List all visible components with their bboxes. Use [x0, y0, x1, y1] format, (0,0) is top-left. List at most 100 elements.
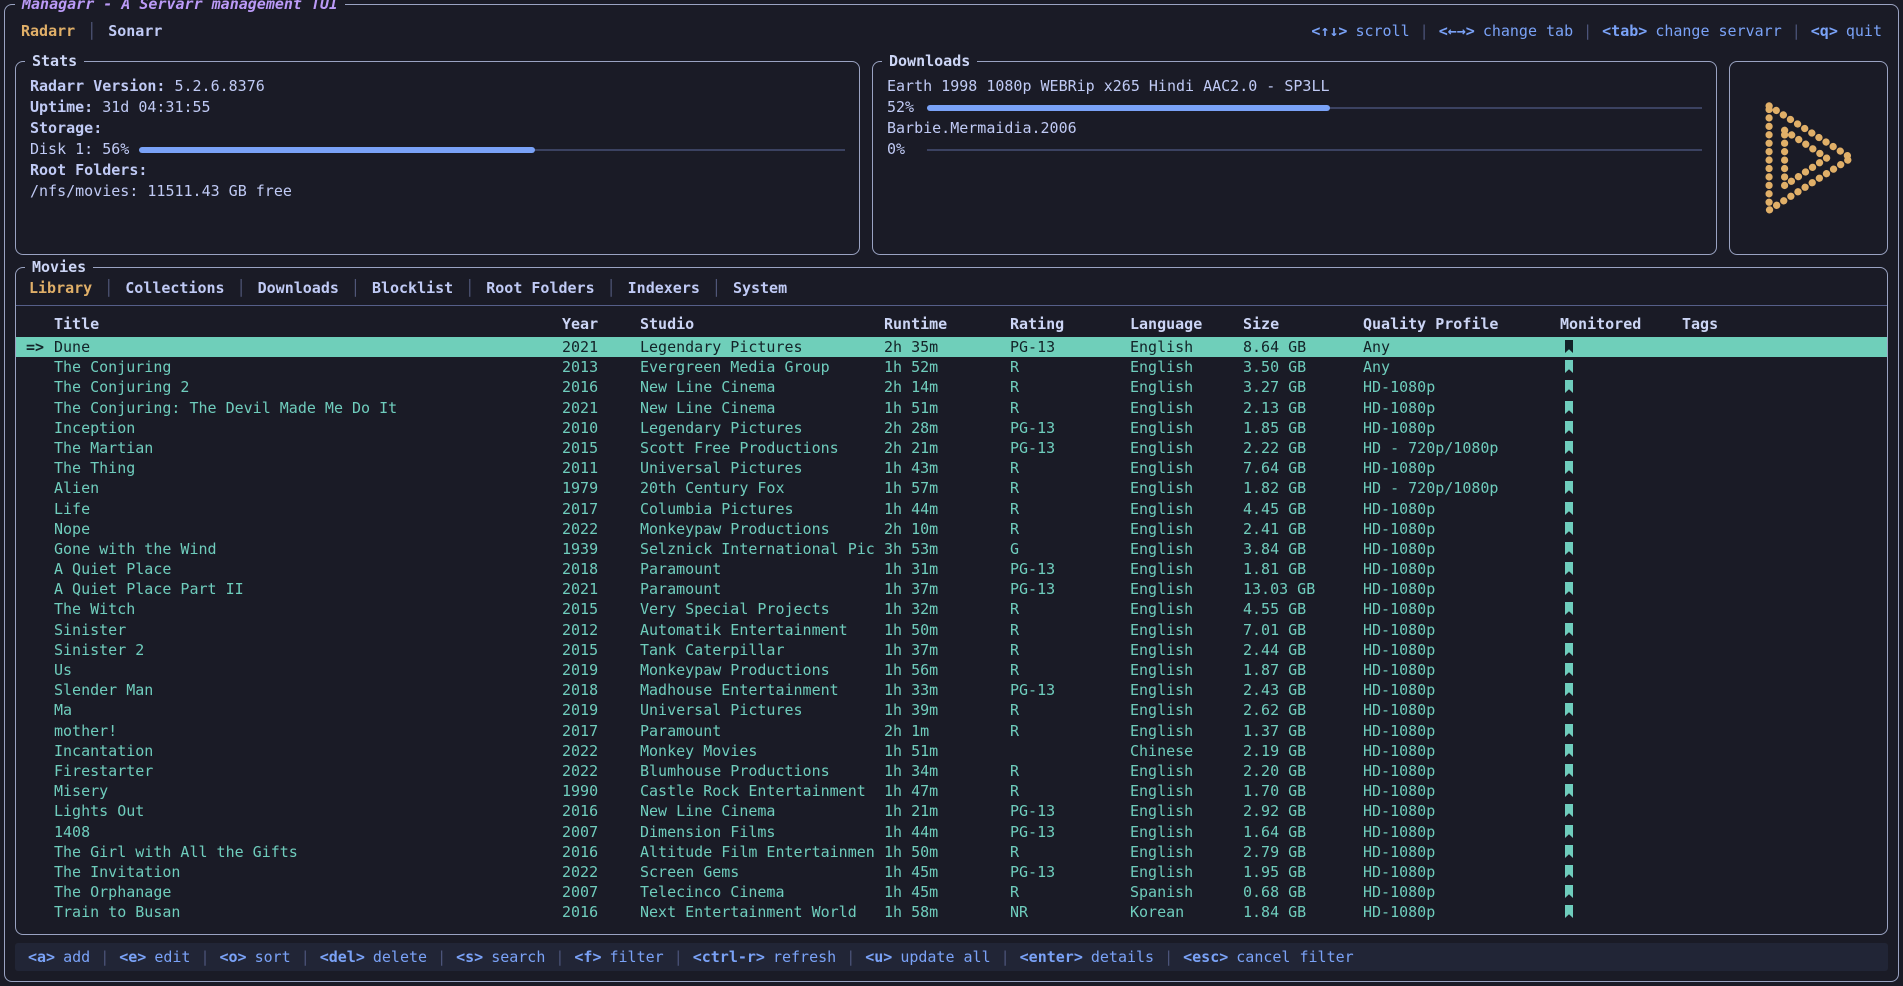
movie-runtime: 1h 33m — [884, 680, 1010, 700]
movies-tab[interactable]: System — [700, 279, 787, 297]
movie-row[interactable]: The Orphanage 2007 Telecinco Cinema 1h 4… — [16, 882, 1887, 902]
movie-title: mother! — [54, 721, 562, 741]
movie-size: 1.70 GB — [1243, 781, 1363, 801]
movie-runtime: 1h 44m — [884, 822, 1010, 842]
movie-rating: PG-13 — [1010, 337, 1130, 357]
movie-row[interactable]: Inception 2010 Legendary Pictures 2h 28m… — [16, 418, 1887, 438]
monitored-cell — [1560, 882, 1682, 902]
movie-runtime: 3h 53m — [884, 539, 1010, 559]
bookmark-icon — [1564, 522, 1574, 535]
bookmark-icon — [1564, 401, 1574, 414]
movie-row[interactable]: mother! 2017 Paramount 2h 1m R English 1… — [16, 721, 1887, 741]
movie-runtime: 1h 45m — [884, 882, 1010, 902]
movie-quality-profile: HD-1080p — [1363, 599, 1560, 619]
movies-tab[interactable]: Library — [29, 279, 92, 297]
movie-runtime: 1h 58m — [884, 902, 1010, 922]
movie-row[interactable]: Misery 1990 Castle Rock Entertainment 1h… — [16, 781, 1887, 801]
movie-rating: PG-13 — [1010, 418, 1130, 438]
movie-quality-profile: HD-1080p — [1363, 579, 1560, 599]
storage-label: Storage: — [30, 118, 102, 139]
bookmark-icon — [1564, 663, 1574, 676]
movie-row[interactable]: Alien 1979 20th Century Fox 1h 57m R Eng… — [16, 478, 1887, 498]
movie-language: English — [1130, 499, 1243, 519]
keybind-key: <tab> — [1602, 22, 1647, 40]
movie-size: 1.87 GB — [1243, 660, 1363, 680]
movie-rating: R — [1010, 620, 1130, 640]
movie-title: Incantation — [54, 741, 562, 761]
movie-row[interactable]: Life 2017 Columbia Pictures 1h 44m R Eng… — [16, 499, 1887, 519]
movie-row[interactable]: Lights Out 2016 New Line Cinema 1h 21m P… — [16, 801, 1887, 821]
keybind-key: <enter> — [1020, 948, 1083, 966]
monitored-cell — [1560, 842, 1682, 862]
movie-year: 2022 — [562, 862, 640, 882]
movie-language: English — [1130, 842, 1243, 862]
keybind-key: <ctrl-r> — [693, 948, 765, 966]
movie-row[interactable]: Incantation 2022 Monkey Movies 1h 51m Ch… — [16, 741, 1887, 761]
movie-row[interactable]: Ma 2019 Universal Pictures 1h 39m R Engl… — [16, 700, 1887, 720]
movie-row[interactable]: The Conjuring 2 2016 New Line Cinema 2h … — [16, 377, 1887, 397]
movie-year: 2007 — [562, 882, 640, 902]
movie-studio: Legendary Pictures — [640, 418, 884, 438]
movie-runtime: 1h 37m — [884, 579, 1010, 599]
monitored-cell — [1560, 377, 1682, 397]
movie-row[interactable]: The Invitation 2022 Screen Gems 1h 45m P… — [16, 862, 1887, 882]
movie-row[interactable]: 1408 2007 Dimension Films 1h 44m PG-13 E… — [16, 822, 1887, 842]
bookmark-icon — [1564, 582, 1574, 595]
download-progress-gauge — [927, 97, 1702, 118]
movie-row[interactable]: Us 2019 Monkeypaw Productions 1h 56m R E… — [16, 660, 1887, 680]
root-folder-value: /nfs/movies: 11511.43 GB free — [30, 181, 292, 202]
movie-quality-profile: HD-1080p — [1363, 761, 1560, 781]
movies-tab[interactable]: Indexers — [595, 279, 700, 297]
movie-studio: Evergreen Media Group — [640, 357, 884, 377]
movie-rating: R — [1010, 599, 1130, 619]
movie-row[interactable]: The Martian 2015 Scott Free Productions … — [16, 438, 1887, 458]
movie-year: 2015 — [562, 599, 640, 619]
movie-size: 1.64 GB — [1243, 822, 1363, 842]
column-header: Runtime — [884, 311, 1010, 337]
movies-tab[interactable]: Collections — [92, 279, 224, 297]
movies-tab[interactable]: Blocklist — [339, 279, 453, 297]
servarr-tab[interactable]: Sonarr — [75, 22, 162, 40]
movie-quality-profile: HD-1080p — [1363, 700, 1560, 720]
movie-rating: R — [1010, 721, 1130, 741]
movie-row[interactable]: The Conjuring 2013 Evergreen Media Group… — [16, 357, 1887, 377]
movie-row[interactable]: A Quiet Place Part II 2021 Paramount 1h … — [16, 579, 1887, 599]
movie-row[interactable]: The Conjuring: The Devil Made Me Do It 2… — [16, 398, 1887, 418]
movie-row[interactable]: Sinister 2 2015 Tank Caterpillar 1h 37m … — [16, 640, 1887, 660]
movie-row[interactable]: Slender Man 2018 Madhouse Entertainment … — [16, 680, 1887, 700]
movie-size: 13.03 GB — [1243, 579, 1363, 599]
movie-runtime: 1h 52m — [884, 357, 1010, 377]
movie-quality-profile: HD-1080p — [1363, 801, 1560, 821]
movie-year: 2017 — [562, 499, 640, 519]
movie-size: 2.43 GB — [1243, 680, 1363, 700]
movie-title: The Martian — [54, 438, 562, 458]
movie-rating: R — [1010, 519, 1130, 539]
movie-row[interactable]: Train to Busan 2016 Next Entertainment W… — [16, 902, 1887, 922]
movie-row[interactable]: The Thing 2011 Universal Pictures 1h 43m… — [16, 458, 1887, 478]
movie-rating: R — [1010, 700, 1130, 720]
movie-title: The Girl with All the Gifts — [54, 842, 562, 862]
movies-tab[interactable]: Downloads — [225, 279, 339, 297]
movie-language: English — [1130, 599, 1243, 619]
movie-size: 7.64 GB — [1243, 458, 1363, 478]
download-item: Earth 1998 1080p WEBRip x265 Hindi AAC2.… — [887, 76, 1702, 118]
movie-row[interactable]: Sinister 2012 Automatik Entertainment 1h… — [16, 620, 1887, 640]
movie-size: 4.55 GB — [1243, 599, 1363, 619]
movie-row[interactable]: A Quiet Place 2018 Paramount 1h 31m PG-1… — [16, 559, 1887, 579]
movie-row[interactable]: The Girl with All the Gifts 2016 Altitud… — [16, 842, 1887, 862]
movie-row[interactable]: Nope 2022 Monkeypaw Productions 2h 10m R… — [16, 519, 1887, 539]
movie-language: English — [1130, 781, 1243, 801]
keybind-key: <esc> — [1183, 948, 1228, 966]
keybind-key: <↑↓> — [1311, 22, 1347, 40]
movie-row[interactable]: The Witch 2015 Very Special Projects 1h … — [16, 599, 1887, 619]
servarr-tab[interactable]: Radarr — [21, 22, 75, 40]
bookmark-icon — [1564, 461, 1574, 474]
movie-year: 2022 — [562, 741, 640, 761]
movie-title: The Conjuring — [54, 357, 562, 377]
movie-row[interactable]: Gone with the Wind 1939 Selznick Interna… — [16, 539, 1887, 559]
movie-row[interactable]: Firestarter 2022 Blumhouse Productions 1… — [16, 761, 1887, 781]
column-header: Rating — [1010, 311, 1130, 337]
movie-quality-profile: Any — [1363, 357, 1560, 377]
movie-row[interactable]: => Dune 2021 Legendary Pictures 2h 35m P… — [16, 337, 1887, 357]
movies-tab[interactable]: Root Folders — [453, 279, 594, 297]
